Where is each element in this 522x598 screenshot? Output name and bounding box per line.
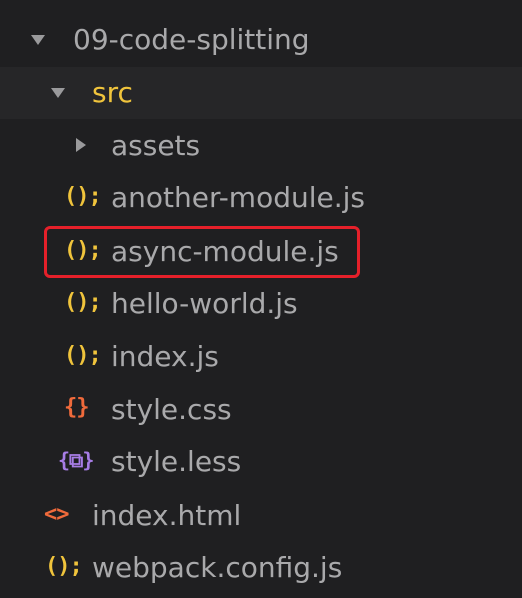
chevron-down-icon <box>51 86 65 100</box>
less-icon: {⧉} <box>58 448 94 472</box>
tree-item-file[interactable]: (); hello-world.js <box>0 278 522 330</box>
js-icon: (); <box>64 343 102 368</box>
file-label: index.js <box>111 340 219 373</box>
tree-item-file[interactable]: {⧉} style.less <box>0 436 522 488</box>
file-label: index.html <box>92 499 242 532</box>
js-icon: (); <box>64 184 102 209</box>
file-label: style.less <box>111 445 242 478</box>
tree-item-file[interactable]: (); webpack.config.js <box>0 542 522 594</box>
js-icon: (); <box>64 290 102 315</box>
tree-item-file-highlighted[interactable]: (); async-module.js <box>0 226 522 278</box>
file-label: style.css <box>111 393 232 426</box>
chevron-right-icon <box>74 138 88 152</box>
tree-item-file[interactable]: <> index.html <box>0 490 522 542</box>
tree-item-src-folder[interactable]: src <box>0 67 522 119</box>
tree-item-file[interactable]: (); index.js <box>0 331 522 383</box>
js-icon: (); <box>45 554 83 579</box>
css-icon: {} <box>64 395 89 420</box>
file-label: async-module.js <box>111 235 339 268</box>
folder-label: src <box>92 76 133 109</box>
tree-item-assets-folder[interactable]: assets <box>0 120 522 172</box>
tree-item-root-folder[interactable]: 09-code-splitting <box>0 14 522 66</box>
file-label: another-module.js <box>111 181 366 214</box>
tree-item-file[interactable]: {} style.css <box>0 384 522 436</box>
folder-label: 09-code-splitting <box>73 23 310 56</box>
js-icon: (); <box>64 238 102 263</box>
chevron-down-icon <box>31 33 45 47</box>
file-label: webpack.config.js <box>92 551 343 584</box>
html-icon: <> <box>44 502 69 527</box>
file-label: hello-world.js <box>111 287 298 320</box>
file-explorer-tree: 09-code-splitting src assets (); another… <box>0 0 522 598</box>
tree-item-file[interactable]: (); another-module.js <box>0 172 522 224</box>
folder-label: assets <box>111 129 201 162</box>
